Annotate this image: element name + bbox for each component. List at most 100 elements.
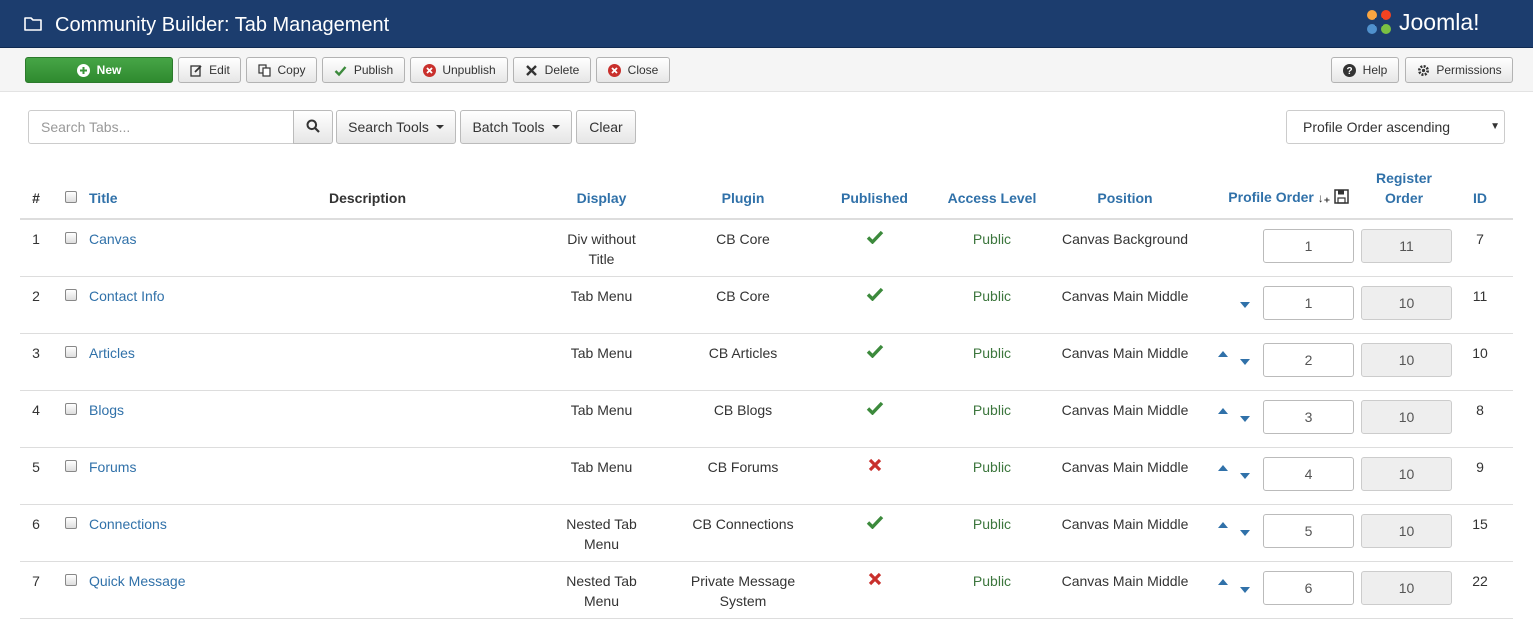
search-input[interactable] [28,110,294,144]
row-title-link[interactable]: Contact Info [89,288,165,304]
move-up-icon[interactable] [1218,578,1228,585]
save-order-icon[interactable] [1334,189,1349,205]
profile-order-input[interactable] [1263,513,1354,548]
header-access[interactable]: Access Level [937,163,1047,220]
row-title-link[interactable]: Canvas [89,231,136,247]
move-down-icon[interactable] [1240,415,1250,422]
row-checkbox-cell [52,219,89,277]
profile-order-input[interactable] [1263,229,1354,263]
row-position: Canvas Main Middle [1047,390,1203,448]
row-checkbox[interactable] [64,232,77,244]
row-title-link[interactable]: Quick Message [89,573,185,589]
select-all-checkbox[interactable] [64,191,77,203]
header-display[interactable]: Display [529,163,674,220]
profile-order-input[interactable] [1263,285,1354,320]
delete-button[interactable]: Delete [513,57,591,83]
delete-button-label: Delete [544,63,580,77]
row-description [329,561,529,619]
table-row: 5 Forums Tab Menu CB Forums Public Canva… [20,447,1513,505]
close-button-label: Close [627,63,659,77]
unpublished-x-icon[interactable] [868,458,882,475]
move-down-icon[interactable] [1240,358,1250,365]
row-position: Canvas Main Middle [1047,447,1203,505]
header-id[interactable]: ID [1447,163,1513,220]
header-profile-order[interactable]: Profile Order ↓₊ [1203,163,1361,220]
search-icon [306,119,320,136]
row-display: Nested Tab Menu [529,561,674,619]
filter-bar: Search Tools Batch Tools Clear Profile O… [0,92,1533,162]
close-button[interactable]: Close [596,57,670,83]
unpublish-button[interactable]: Unpublish [410,57,508,83]
row-register-order-cell: 10 [1361,504,1452,562]
row-title-link[interactable]: Articles [89,345,135,361]
help-button[interactable]: ? Help [1331,57,1399,83]
move-down-icon[interactable] [1240,586,1250,593]
row-title-cell: Blogs [89,390,329,448]
header-published[interactable]: Published [812,163,937,220]
unpublish-button-label: Unpublish [442,63,496,77]
folder-icon [24,15,42,34]
published-check-icon[interactable] [866,515,884,532]
row-title-link[interactable]: Forums [89,459,136,475]
profile-order-input[interactable] [1263,399,1354,434]
move-down-icon[interactable] [1240,529,1250,536]
profile-order-input[interactable] [1263,342,1354,377]
batch-tools-button[interactable]: Batch Tools [460,110,572,144]
row-access: Public [937,219,1047,277]
row-num: 4 [20,390,52,448]
register-order-field: 10 [1361,399,1452,434]
joomla-logo[interactable]: Joomla! [1364,7,1514,39]
published-check-icon[interactable] [866,401,884,418]
row-title-link[interactable]: Connections [89,516,167,532]
row-register-order-cell: 10 [1361,561,1452,619]
published-check-icon[interactable] [866,287,884,304]
row-register-order-cell: 10 [1361,447,1452,505]
row-title-link[interactable]: Blogs [89,402,124,418]
register-order-field: 10 [1361,570,1452,605]
row-position: Canvas Main Middle [1047,333,1203,391]
header-title[interactable]: Title [89,163,329,220]
published-check-icon[interactable] [866,230,884,247]
copy-button[interactable]: Copy [246,57,317,83]
clear-button[interactable]: Clear [576,110,636,144]
header-position[interactable]: Position [1047,163,1203,220]
move-up-icon[interactable] [1218,407,1228,414]
move-down-icon[interactable] [1240,472,1250,479]
row-checkbox[interactable] [64,345,77,358]
new-button[interactable]: New [25,57,173,83]
sort-select[interactable]: Profile Order ascending ▼ [1286,110,1505,144]
published-check-icon[interactable] [866,344,884,361]
toolbar: New Edit Copy Publish Unpublish Delete C… [0,48,1533,92]
row-checkbox[interactable] [64,573,77,586]
row-checkbox[interactable] [64,288,77,301]
x-circle-icon [422,63,436,77]
row-title-cell: Articles [89,333,329,391]
permissions-button[interactable]: Permissions [1405,57,1513,83]
table-row: 1 Canvas Div without Title CB Core Publi… [20,219,1513,277]
edit-button[interactable]: Edit [178,57,241,83]
header-plugin[interactable]: Plugin [674,163,812,220]
unpublished-x-icon[interactable] [868,572,882,589]
move-up-icon[interactable] [1218,350,1228,357]
header-num: # [20,163,52,220]
move-up-icon[interactable] [1218,521,1228,528]
svg-text:?: ? [1347,66,1353,77]
move-down-icon[interactable] [1240,301,1250,308]
register-order-field: 10 [1361,456,1452,491]
row-display: Tab Menu [529,333,674,391]
search-tools-button[interactable]: Search Tools [336,110,456,144]
header-select-all [52,163,89,220]
row-num: 6 [20,504,52,562]
profile-order-input[interactable] [1263,570,1354,605]
search-button[interactable] [293,110,333,144]
row-checkbox[interactable] [64,516,77,529]
row-description [329,276,529,334]
profile-order-input[interactable] [1263,456,1354,491]
row-checkbox[interactable] [64,459,77,472]
row-id: 11 [1447,276,1513,334]
header-register-order[interactable]: Register Order [1361,163,1447,220]
row-checkbox[interactable] [64,402,77,415]
publish-button[interactable]: Publish [322,57,405,83]
move-up-icon[interactable] [1218,464,1228,471]
row-published-cell [812,333,937,391]
